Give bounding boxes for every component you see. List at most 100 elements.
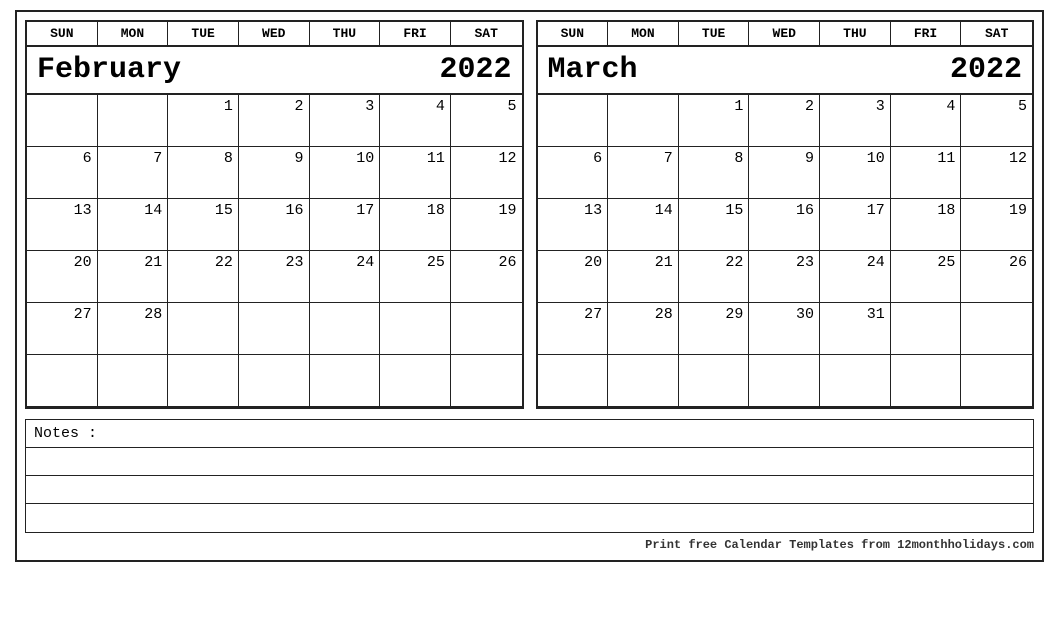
mar-cell-w0d0: [538, 95, 609, 147]
feb-cell-w4d1: 28: [98, 303, 169, 355]
feb-cell-w3d1: 21: [98, 251, 169, 303]
mar-cell-w1d0: 6: [538, 147, 609, 199]
mar-cell-w4d0: 27: [538, 303, 609, 355]
feb-cell-w3d5: 25: [380, 251, 451, 303]
feb-cell-w1d0: 6: [27, 147, 98, 199]
page-container: SUN MON TUE WED THU FRI SAT February 202…: [15, 10, 1044, 562]
march-calendar: SUN MON TUE WED THU FRI SAT March 2022 1…: [536, 20, 1035, 409]
mar-cell-w2d4: 17: [820, 199, 891, 251]
mar-cell-w1d4: 10: [820, 147, 891, 199]
notes-line-3: [26, 504, 1033, 532]
feb-cell-w5d1: [98, 355, 169, 407]
feb-cell-w5d2: [168, 355, 239, 407]
mar-cell-w5d3: [749, 355, 820, 407]
mar-cell-w1d3: 9: [749, 147, 820, 199]
mar-cell-w2d3: 16: [749, 199, 820, 251]
mar-cell-w5d0: [538, 355, 609, 407]
mar-cell-w0d5: 4: [891, 95, 962, 147]
mar-cell-w3d3: 23: [749, 251, 820, 303]
feb-cell-w2d0: 13: [27, 199, 98, 251]
notes-label: Notes :: [26, 420, 1033, 448]
feb-mon-header: MON: [98, 22, 169, 45]
mar-cell-w1d5: 11: [891, 147, 962, 199]
mar-cell-w1d6: 12: [961, 147, 1032, 199]
footer: Print free Calendar Templates from 12mon…: [25, 538, 1034, 552]
feb-cell-w2d6: 19: [451, 199, 522, 251]
feb-cell-w4d4: [310, 303, 381, 355]
mar-cell-w0d3: 2: [749, 95, 820, 147]
feb-cell-w4d5: [380, 303, 451, 355]
notes-line-1: [26, 448, 1033, 476]
february-title-row: February 2022: [27, 47, 522, 95]
mar-cell-w5d5: [891, 355, 962, 407]
feb-wed-header: WED: [239, 22, 310, 45]
mar-cell-w3d4: 24: [820, 251, 891, 303]
march-header-row: SUN MON TUE WED THU FRI SAT: [538, 22, 1033, 47]
mar-cell-w5d6: [961, 355, 1032, 407]
february-month-name: February: [37, 53, 181, 87]
feb-cell-w5d0: [27, 355, 98, 407]
march-year: 2022: [950, 53, 1022, 87]
feb-cell-w3d6: 26: [451, 251, 522, 303]
february-calendar: SUN MON TUE WED THU FRI SAT February 202…: [25, 20, 524, 409]
feb-cell-w2d2: 15: [168, 199, 239, 251]
mar-mon-header: MON: [608, 22, 679, 45]
feb-cell-w4d0: 27: [27, 303, 98, 355]
march-month-name: March: [548, 53, 638, 87]
march-grid: 1234567891011121314151617181920212223242…: [538, 95, 1033, 407]
feb-cell-w2d1: 14: [98, 199, 169, 251]
feb-cell-w5d3: [239, 355, 310, 407]
mar-cell-w2d2: 15: [679, 199, 750, 251]
mar-cell-w4d6: [961, 303, 1032, 355]
feb-cell-w3d4: 24: [310, 251, 381, 303]
calendars-row: SUN MON TUE WED THU FRI SAT February 202…: [25, 20, 1034, 409]
mar-cell-w5d1: [608, 355, 679, 407]
notes-section: Notes :: [25, 419, 1034, 533]
mar-thu-header: THU: [820, 22, 891, 45]
mar-cell-w4d4: 31: [820, 303, 891, 355]
mar-fri-header: FRI: [891, 22, 962, 45]
mar-cell-w0d4: 3: [820, 95, 891, 147]
mar-sat-header: SAT: [961, 22, 1032, 45]
feb-cell-w0d2: 1: [168, 95, 239, 147]
feb-cell-w4d6: [451, 303, 522, 355]
mar-cell-w4d3: 30: [749, 303, 820, 355]
mar-cell-w0d6: 5: [961, 95, 1032, 147]
feb-cell-w1d5: 11: [380, 147, 451, 199]
february-header-row: SUN MON TUE WED THU FRI SAT: [27, 22, 522, 47]
mar-cell-w0d1: [608, 95, 679, 147]
feb-cell-w1d3: 9: [239, 147, 310, 199]
february-year: 2022: [439, 53, 511, 87]
february-grid: 1234567891011121314151617181920212223242…: [27, 95, 522, 407]
feb-thu-header: THU: [310, 22, 381, 45]
notes-line-2: [26, 476, 1033, 504]
mar-cell-w4d2: 29: [679, 303, 750, 355]
mar-cell-w1d1: 7: [608, 147, 679, 199]
feb-cell-w2d3: 16: [239, 199, 310, 251]
mar-cell-w3d1: 21: [608, 251, 679, 303]
feb-cell-w3d0: 20: [27, 251, 98, 303]
feb-cell-w1d2: 8: [168, 147, 239, 199]
feb-cell-w0d5: 4: [380, 95, 451, 147]
feb-sun-header: SUN: [27, 22, 98, 45]
mar-cell-w4d1: 28: [608, 303, 679, 355]
feb-tue-header: TUE: [168, 22, 239, 45]
feb-sat-header: SAT: [451, 22, 522, 45]
feb-cell-w2d5: 18: [380, 199, 451, 251]
mar-cell-w3d2: 22: [679, 251, 750, 303]
mar-cell-w2d0: 13: [538, 199, 609, 251]
feb-cell-w2d4: 17: [310, 199, 381, 251]
mar-cell-w3d0: 20: [538, 251, 609, 303]
feb-cell-w5d4: [310, 355, 381, 407]
mar-cell-w5d2: [679, 355, 750, 407]
mar-cell-w3d5: 25: [891, 251, 962, 303]
mar-cell-w2d1: 14: [608, 199, 679, 251]
footer-text: Print free Calendar Templates from: [645, 538, 897, 552]
feb-cell-w0d0: [27, 95, 98, 147]
mar-sun-header: SUN: [538, 22, 609, 45]
feb-cell-w4d2: [168, 303, 239, 355]
mar-cell-w0d2: 1: [679, 95, 750, 147]
feb-cell-w0d6: 5: [451, 95, 522, 147]
mar-cell-w2d5: 18: [891, 199, 962, 251]
mar-tue-header: TUE: [679, 22, 750, 45]
